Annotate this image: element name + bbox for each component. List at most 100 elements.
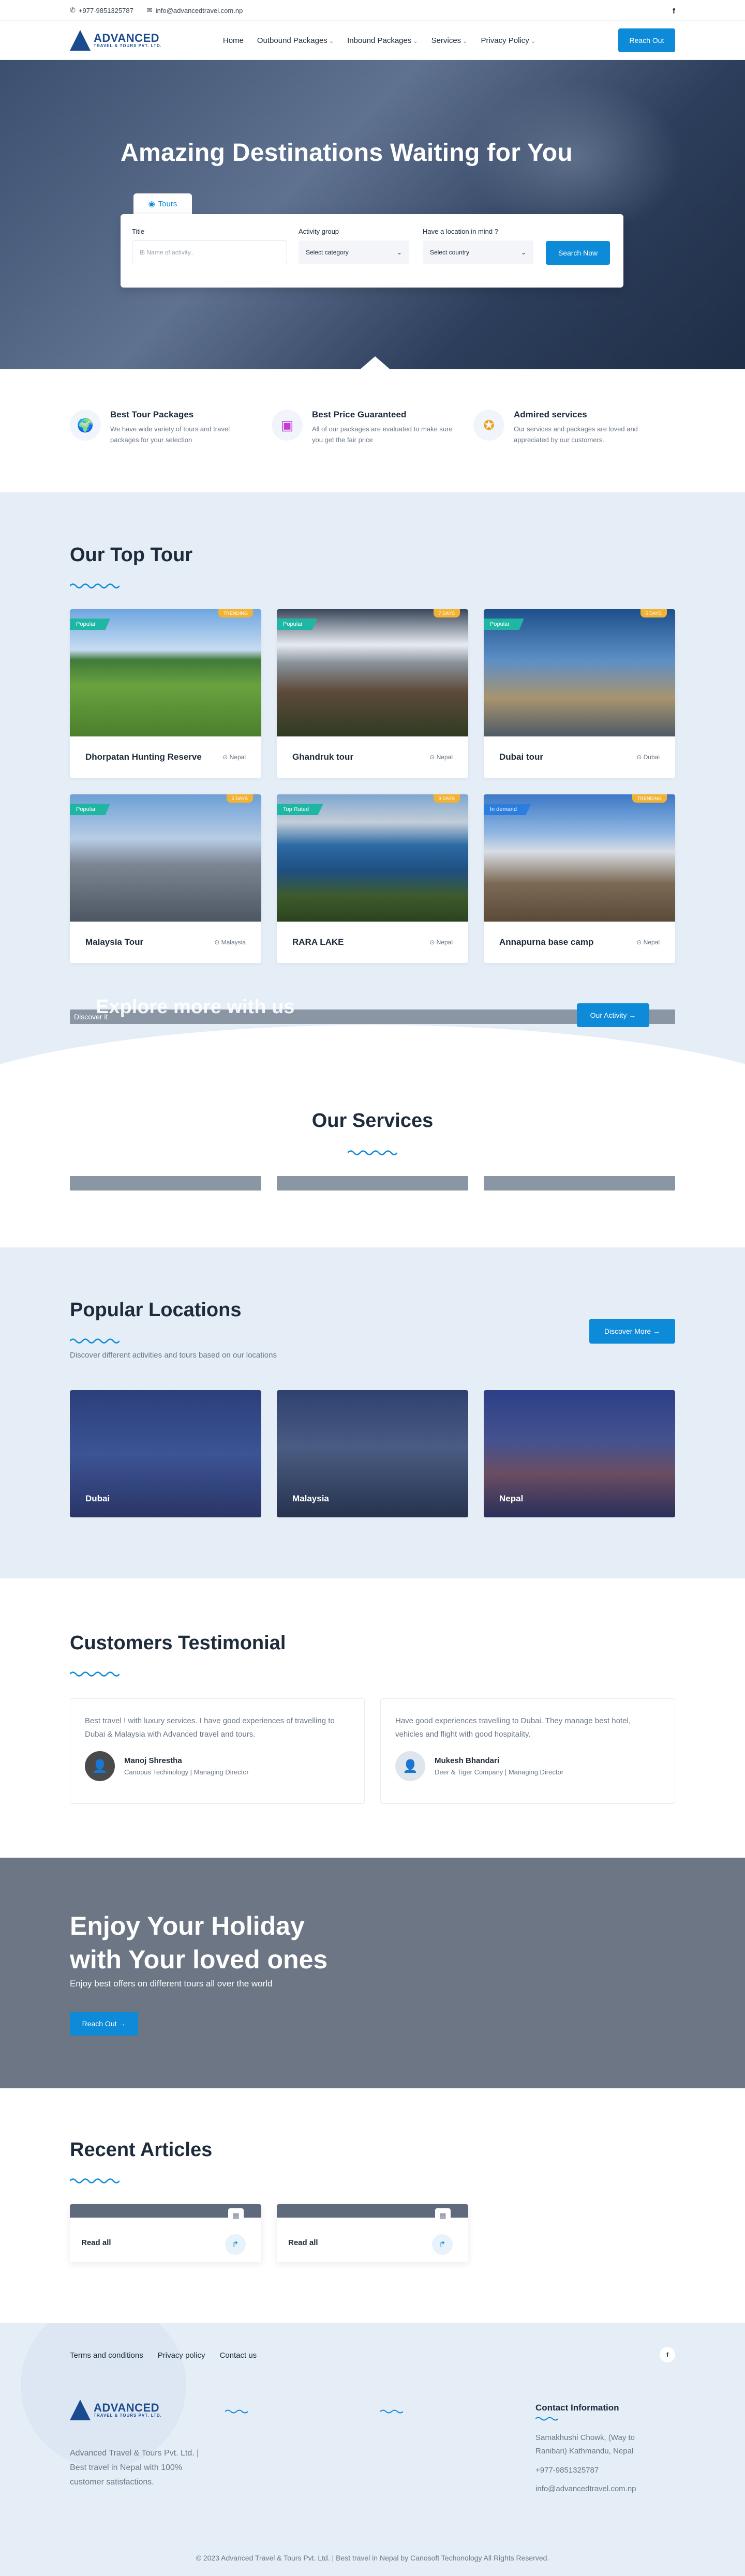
logo[interactable]: ADVANCED TRAVEL & TOURS PVT. LTD.	[70, 30, 162, 51]
holiday-title: Enjoy Your Holiday with Your loved ones	[70, 1909, 327, 1977]
wave-divider-icon	[225, 2409, 248, 2414]
service-placeholder[interactable]	[484, 1176, 675, 1191]
hero-title: Amazing Destinations Waiting for You	[121, 139, 573, 167]
tour-location: Nepal	[436, 754, 453, 761]
terms-link[interactable]: Terms and conditions	[70, 2351, 143, 2360]
article-card[interactable]: ▦ Read all ↱	[70, 2204, 261, 2262]
reach-out-button[interactable]: Reach Out →	[70, 2012, 138, 2036]
facebook-icon[interactable]: f	[673, 7, 675, 16]
arrow-right-icon: →	[627, 1011, 636, 1019]
feature-item: 🌍 Best Tour Packages We have wide variety…	[70, 410, 272, 446]
title-input[interactable]: ⊞ Name of activity..	[132, 240, 287, 264]
articles-section: Recent Articles ▦ Read all ↱ ▦ Read all …	[0, 2088, 745, 2323]
services-grid	[70, 1176, 675, 1191]
location-label: Have a location in mind ?	[423, 228, 498, 235]
search-button[interactable]: Search Now	[546, 241, 610, 265]
pin-icon: ⊙	[222, 754, 230, 761]
share-arrow-icon[interactable]: ↱	[225, 2234, 246, 2255]
tab-tours[interactable]: ◉ Tours	[133, 193, 192, 214]
tour-name: Annapurna base camp	[499, 937, 594, 947]
pin-icon: ⊙	[429, 939, 437, 946]
feature-title: Admired services	[514, 410, 587, 419]
section-title: Customers Testimonial	[70, 1632, 286, 1654]
share-arrow-icon[interactable]: ↱	[432, 2234, 453, 2255]
contact-link[interactable]: Contact us	[219, 2351, 257, 2360]
holiday-banner: Enjoy Your Holiday with Your loved ones E…	[0, 1858, 745, 2088]
phone-info[interactable]: ✆ +977-9851325787	[70, 6, 133, 14]
tour-card[interactable]: Popular 5 DAYS Malaysia Tour ⊙ Malaysia	[70, 794, 261, 963]
nav-services[interactable]: Services	[431, 36, 468, 45]
footer-logo[interactable]: ADVANCED TRAVEL & TOURS PVT. LTD.	[70, 2400, 162, 2420]
our-activity-button[interactable]: Our Activity →	[577, 1003, 649, 1027]
wave-divider-icon	[70, 1671, 120, 1677]
tour-name: Dhorpatan Hunting Reserve	[85, 752, 202, 762]
phone-text: +977-9851325787	[78, 6, 133, 14]
grid-icon: ⊞	[140, 249, 147, 256]
feature-text: We have wide variety of tours and travel…	[110, 425, 230, 444]
country-value: Select country	[430, 249, 470, 256]
service-placeholder[interactable]	[70, 1176, 261, 1191]
footer: Terms and conditions Privacy policy Cont…	[0, 2323, 745, 2576]
logo-name: ADVANCED	[94, 32, 160, 44]
article-card[interactable]: ▦ Read all ↱	[277, 2204, 468, 2262]
globe-icon: 🌍	[70, 410, 101, 441]
nav-home[interactable]: Home	[223, 36, 244, 45]
mail-icon: ✉	[146, 6, 153, 14]
nav-privacy[interactable]: Privacy Policy	[481, 36, 535, 45]
tour-card[interactable]: Top Rated 9 DAYS RARA LAKE ⊙ Nepal	[277, 794, 468, 963]
top-tour-section: Our Top Tour Popular TRENDING Dhorpatan …	[0, 492, 745, 1077]
tour-card[interactable]: Popular 5 DAYS Dubai tour ⊙ Dubai	[484, 609, 675, 778]
tour-card[interactable]: Popular 7 DAYS Ghandruk tour ⊙ Nepal	[277, 609, 468, 778]
reach-out-button[interactable]: Reach Out	[618, 28, 675, 52]
chevron-down-icon: ⌄	[520, 249, 526, 256]
contact-phone[interactable]: +977-9851325787	[535, 2464, 654, 2477]
tour-card[interactable]: In demand TRENDING Annapurna base camp ⊙ …	[484, 794, 675, 963]
category-select[interactable]: Select category ⌄	[299, 240, 409, 264]
section-description: Discover different activities and tours …	[70, 1351, 277, 1360]
location-card[interactable]: Malaysia	[277, 1390, 468, 1517]
avatar: 👤	[395, 1751, 425, 1781]
wallet-icon: ▣	[272, 410, 303, 441]
tour-badge: TRENDING	[632, 794, 667, 803]
tour-name: RARA LAKE	[292, 937, 344, 947]
testimonial-card: Best travel ! with luxury services. I ha…	[70, 1698, 365, 1804]
logo-name: ADVANCED	[94, 2401, 160, 2414]
location-name: Dubai	[85, 1494, 110, 1503]
hero-notch	[360, 356, 391, 369]
country-select[interactable]: Select country ⌄	[423, 240, 533, 264]
nav-inbound[interactable]: Inbound Packages	[347, 36, 418, 45]
read-all-link[interactable]: Read all	[81, 2238, 111, 2247]
footer-links: Terms and conditions Privacy policy Cont…	[70, 2351, 257, 2360]
feature-item: ▣ Best Price Guaranteed All of our packag…	[272, 410, 473, 446]
tour-card[interactable]: Popular TRENDING Dhorpatan Hunting Reser…	[70, 609, 261, 778]
location-card[interactable]: Dubai	[70, 1390, 261, 1517]
tour-flag: Popular	[70, 804, 110, 815]
read-all-link[interactable]: Read all	[288, 2238, 318, 2247]
tour-badge: 7 DAYS	[433, 609, 460, 617]
facebook-icon[interactable]: f	[660, 2347, 675, 2362]
contact-email[interactable]: info@advancedtravel.com.np	[535, 2482, 654, 2496]
discover-more-label: Discover More	[604, 1327, 651, 1335]
service-placeholder[interactable]	[277, 1176, 468, 1191]
section-title: Our Top Tour	[70, 544, 193, 566]
logo-tagline: TRAVEL & TOURS PVT. LTD.	[94, 2413, 162, 2418]
wave-divider-icon	[535, 2417, 559, 2421]
nav-outbound[interactable]: Outbound Packages	[257, 36, 334, 45]
pin-icon: ⊙	[214, 939, 221, 946]
our-activity-label: Our Activity	[590, 1011, 627, 1019]
category-value: Select category	[306, 249, 349, 256]
tour-location: Nepal	[436, 939, 453, 946]
tour-flag: Popular	[277, 619, 317, 630]
calendar-icon: ▦	[228, 2208, 244, 2223]
services-section: Our Services	[0, 1077, 745, 1247]
tour-location: Nepal	[229, 754, 246, 761]
discover-more-button[interactable]: Discover More →	[589, 1319, 675, 1344]
email-text: info@advancedtravel.com.np	[155, 6, 243, 14]
email-info[interactable]: ✉ info@advancedtravel.com.np	[147, 6, 243, 14]
arrow-right-icon: →	[116, 2020, 126, 2028]
location-card[interactable]: Nepal	[484, 1390, 675, 1517]
globe-icon: ◉	[148, 200, 155, 208]
section-title: Recent Articles	[70, 2139, 213, 2161]
contact-info: Contact Information Samakhushi Chowk, (W…	[535, 2403, 654, 2496]
privacy-link[interactable]: Privacy policy	[158, 2351, 205, 2360]
